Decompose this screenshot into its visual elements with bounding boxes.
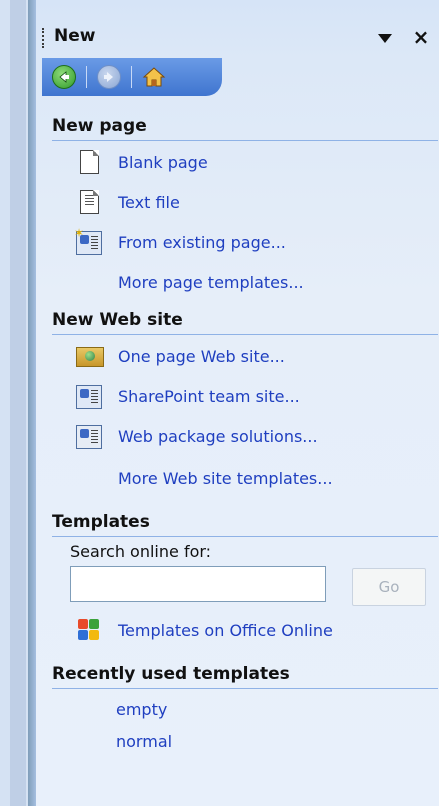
task-pane-menu-button[interactable] (374, 27, 396, 49)
back-arrow-icon (52, 65, 76, 89)
text-file-icon (76, 189, 104, 215)
existing-page-icon: ✶ (74, 226, 104, 255)
pane-edge (28, 0, 36, 806)
section-heading-recently-used: Recently used templates (52, 664, 290, 684)
more-page-templates-link[interactable]: More page templates... (118, 266, 304, 298)
go-button[interactable]: Go (352, 568, 426, 606)
sharepoint-team-site-label: SharePoint team site... (118, 386, 300, 406)
task-pane-titlebar: New × (36, 18, 439, 58)
more-page-templates-label: More page templates... (118, 272, 304, 292)
templates-on-office-online-link[interactable]: Templates on Office Online (76, 614, 333, 646)
section-heading-templates: Templates (52, 512, 150, 532)
left-frame-inner (10, 0, 26, 806)
drag-grip-icon[interactable] (42, 28, 47, 48)
navigation-bar (42, 58, 222, 96)
section-heading-new-web-site: New Web site (52, 310, 183, 330)
blank-page-label: Blank page (118, 152, 208, 172)
forward-arrow-icon (97, 65, 121, 89)
one-page-web-site-label: One page Web site... (118, 346, 285, 366)
forward-button[interactable] (93, 62, 125, 92)
one-page-web-site-link[interactable]: One page Web site... (76, 340, 285, 372)
dropdown-arrow-icon (378, 33, 392, 43)
back-button[interactable] (48, 62, 80, 92)
web-package-icon (76, 423, 104, 449)
more-web-site-templates-label: More Web site templates... (118, 468, 333, 488)
text-file-label: Text file (118, 192, 180, 212)
close-button[interactable]: × (408, 22, 434, 52)
web-site-icon (76, 343, 104, 369)
recent-template-item[interactable]: empty (116, 700, 167, 719)
section-divider (52, 688, 438, 689)
task-pane: New × New page Blank page Text file ✶ Fr… (36, 0, 439, 806)
from-existing-page-label: From existing page... (118, 232, 286, 252)
office-online-icon (76, 617, 104, 643)
home-button[interactable] (138, 62, 170, 92)
nav-separator (131, 66, 132, 88)
search-online-label: Search online for: (70, 542, 212, 561)
more-web-site-templates-link[interactable]: More Web site templates... (118, 462, 333, 494)
sharepoint-team-site-link[interactable]: SharePoint team site... (76, 380, 300, 412)
blank-page-link[interactable]: Blank page (76, 146, 208, 178)
web-package-solutions-label: Web package solutions... (118, 426, 318, 446)
sharepoint-site-icon (76, 383, 104, 409)
left-frame (0, 0, 28, 806)
recent-template-item[interactable]: normal (116, 732, 172, 751)
section-divider (52, 334, 438, 335)
section-divider (52, 140, 438, 141)
templates-on-office-online-label: Templates on Office Online (118, 620, 333, 640)
from-existing-page-link[interactable]: ✶ From existing page... (74, 226, 286, 258)
text-file-link[interactable]: Text file (76, 186, 180, 218)
task-pane-title: New (54, 26, 96, 46)
blank-page-icon (76, 149, 104, 175)
section-divider (52, 536, 438, 537)
nav-separator (86, 66, 87, 88)
web-package-solutions-link[interactable]: Web package solutions... (76, 420, 318, 452)
section-heading-new-page: New page (52, 116, 147, 136)
search-online-input[interactable] (70, 566, 326, 602)
home-icon (142, 67, 166, 87)
